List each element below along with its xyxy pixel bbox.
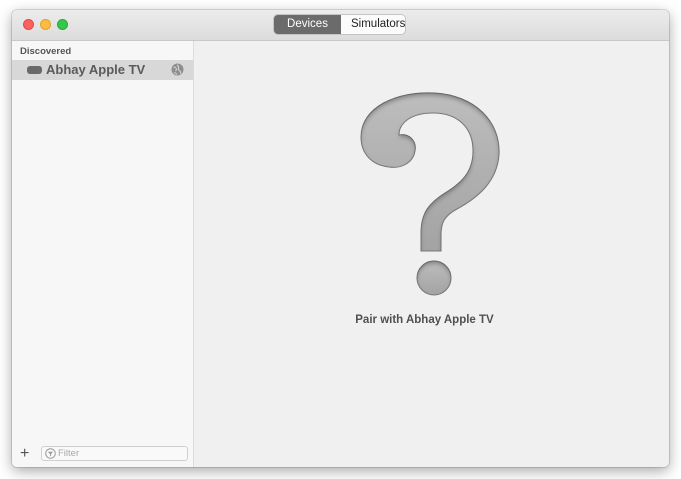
sidebar-item-abhay-apple-tv[interactable]: Abhay Apple TV <box>12 60 193 80</box>
title-bar: Devices Simulators <box>12 10 669 41</box>
zoom-button[interactable] <box>57 19 68 30</box>
question-mark-icon <box>360 92 500 296</box>
device-name: Abhay Apple TV <box>46 62 146 77</box>
sidebar: Discovered Abhay Apple TV + <box>12 41 194 467</box>
tab-devices[interactable]: Devices <box>274 15 341 34</box>
section-header-discovered: Discovered <box>20 46 72 57</box>
filter-icon <box>45 448 56 459</box>
devices-window: Devices Simulators Discovered Abhay Appl… <box>12 10 669 467</box>
sidebar-footer: + <box>12 443 193 467</box>
detail-pane: Pair with Abhay Apple TV <box>194 41 669 467</box>
appletv-icon <box>27 66 42 74</box>
filter-field[interactable] <box>41 446 188 461</box>
close-button[interactable] <box>23 19 34 30</box>
devices-simulators-segmented-control: Devices Simulators <box>274 15 405 34</box>
network-icon <box>171 63 184 76</box>
filter-input[interactable] <box>58 447 184 460</box>
add-icon[interactable]: + <box>20 445 29 463</box>
pair-device-label: Pair with Abhay Apple TV <box>355 314 494 326</box>
tab-simulators[interactable]: Simulators <box>341 15 405 34</box>
minimize-button[interactable] <box>40 19 51 30</box>
